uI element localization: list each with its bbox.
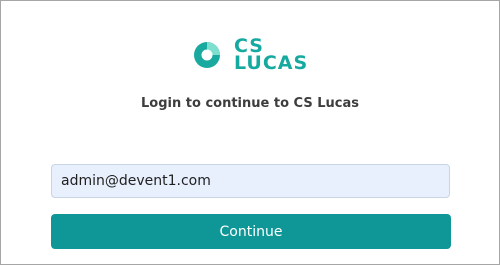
email-field[interactable] (51, 164, 450, 198)
brand-wordmark-line2: LUCAS (234, 52, 309, 74)
login-subtitle: Login to continue to CS Lucas (141, 96, 359, 111)
brand-wordmark: CS LUCAS (234, 37, 309, 74)
continue-button[interactable]: Continue (51, 214, 451, 249)
brand-logo-mark-icon (194, 42, 220, 68)
login-card: CS LUCAS Login to continue to CS Lucas C… (0, 0, 500, 265)
brand-logo: CS LUCAS (192, 37, 314, 76)
